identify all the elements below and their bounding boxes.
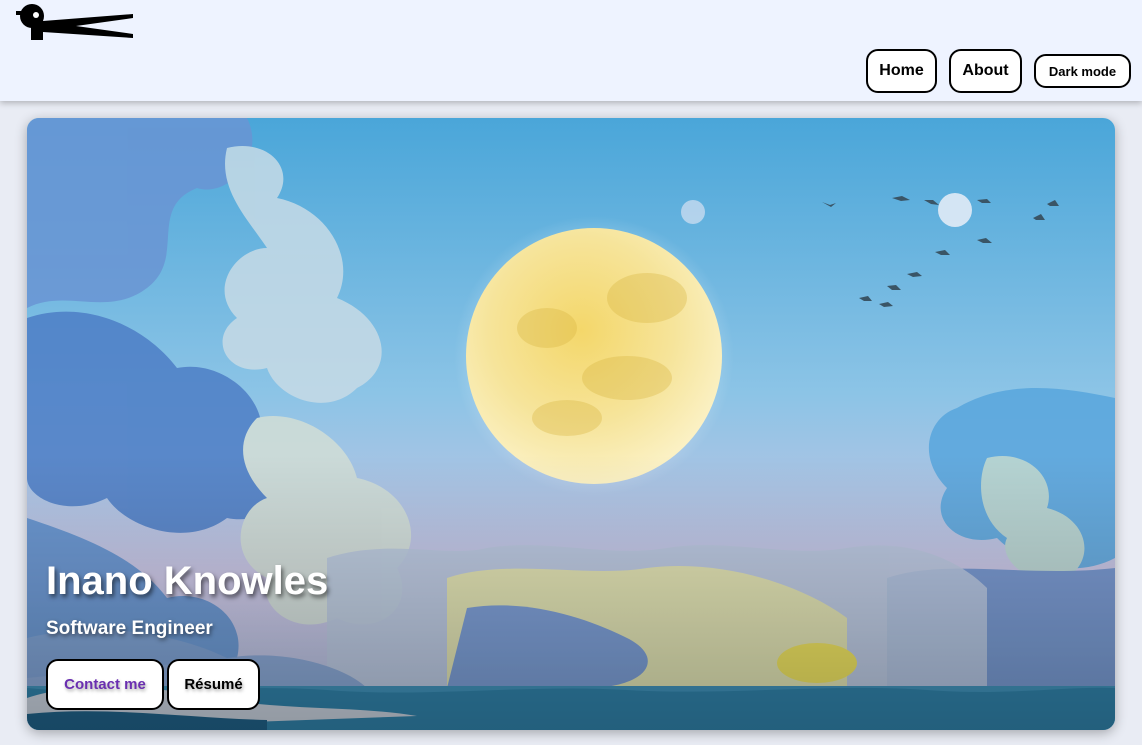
dark-mode-toggle-button[interactable]: Dark mode xyxy=(1034,54,1131,88)
site-header: Home About Dark mode xyxy=(0,0,1142,101)
hero-name-heading: Inano Knowles xyxy=(46,559,329,603)
hero-banner: Inano Knowles Software Engineer Contact … xyxy=(27,118,1115,730)
nav-home-button[interactable]: Home xyxy=(866,49,937,93)
resume-button[interactable]: Résumé xyxy=(167,659,260,710)
site-logo[interactable] xyxy=(16,4,136,42)
contact-me-button[interactable]: Contact me xyxy=(46,659,164,710)
nav-about-button[interactable]: About xyxy=(949,49,1022,93)
hero-job-title: Software Engineer xyxy=(46,618,213,639)
